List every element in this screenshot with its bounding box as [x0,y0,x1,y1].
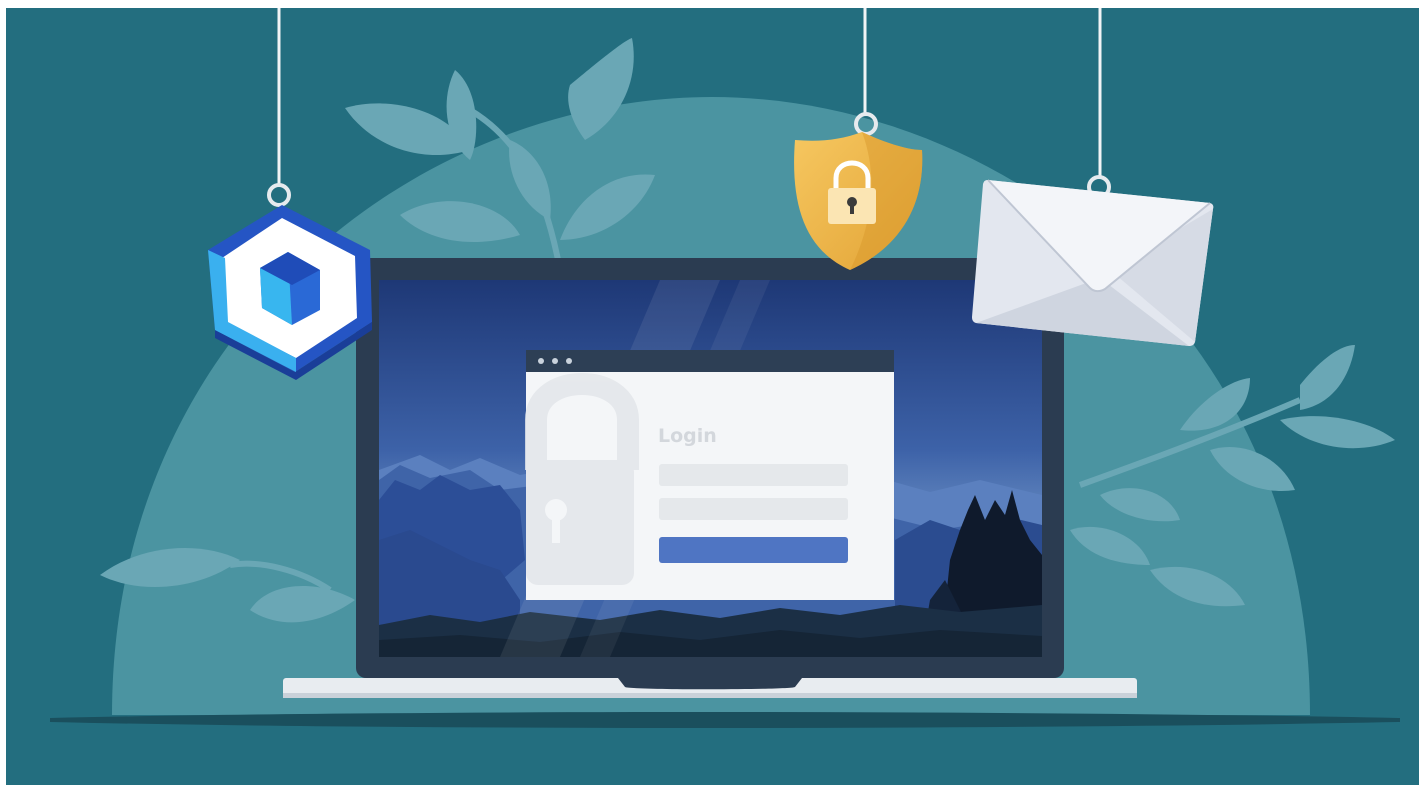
login-window-titlebar [526,350,894,372]
window-dot-icon [538,358,544,364]
envelope-icon [972,175,1214,346]
password-field[interactable] [659,498,848,520]
username-field[interactable] [659,464,848,486]
window-dot-icon [566,358,572,364]
login-window: Login [525,350,894,600]
laptop-notch [618,678,802,690]
login-button[interactable] [659,537,848,563]
login-title: Login [658,425,717,447]
illustration-canvas: Login [0,0,1425,792]
window-dot-icon [552,358,558,364]
illustration: Login [0,0,1425,792]
